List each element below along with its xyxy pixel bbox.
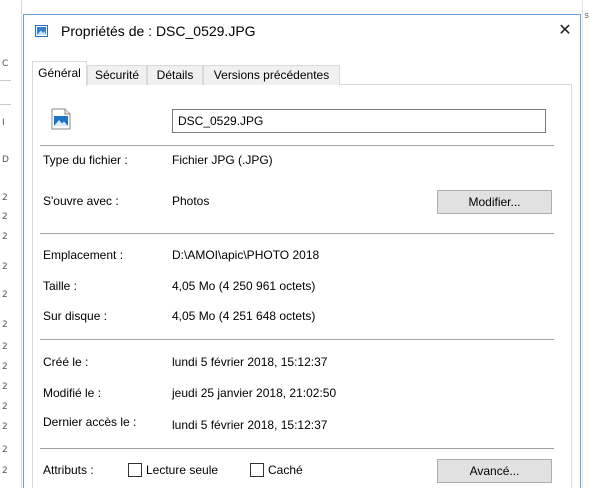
background-glyph: 2 [2,362,8,372]
background-glyph: 2 [2,262,8,272]
modified-label: Modifié le : [43,386,102,400]
jpg-file-icon [51,108,71,130]
size-on-disk-value: 4,05 Mo (4 251 648 octets) [172,309,316,323]
modified-value: jeudi 25 janvier 2018, 21:02:50 [172,386,337,400]
background-glyph: 2 [2,193,8,203]
tab-previous-versions[interactable]: Versions précédentes [203,65,340,85]
filename-input[interactable] [172,109,546,133]
advanced-button[interactable]: Avancé... [437,459,552,483]
background-glyph: 2 [2,212,8,222]
separator [40,339,554,340]
attributes-label: Attributs : [43,463,94,477]
background-glyph: I [2,118,5,128]
background-glyph: 2 [2,445,8,455]
close-button[interactable]: ✕ [550,15,580,45]
change-button[interactable]: Modifier... [437,190,552,214]
file-type-value: Fichier JPG (.JPG) [172,153,273,167]
hidden-label[interactable]: Caché [268,462,303,478]
size-label: Taille : [43,279,78,293]
background-window-left: C I D 2 2 2 2 2 2 2 2 2 2 2 2 2 [0,0,22,488]
hidden-checkbox[interactable] [250,463,264,477]
background-glyph: 2 [2,290,8,300]
accessed-value: lundi 5 février 2018, 15:12:37 [172,418,328,432]
background-glyph: 2 [2,402,8,412]
separator [40,233,554,234]
tab-security[interactable]: Sécurité [87,65,147,85]
separator [40,145,554,146]
background-glyph: 2 [2,422,8,432]
size-value: 4,05 Mo (4 250 961 octets) [172,279,316,293]
background-glyph: C [2,59,9,69]
background-divider [0,104,11,105]
opens-with-value: Photos [172,194,210,208]
size-on-disk-label: Sur disque : [43,309,108,323]
location-value: D:\AMOI\apic\PHOTO 2018 [172,248,320,262]
background-glyph: 2 [2,382,8,392]
dialog-title: Propriétés de : DSC_0529.JPG [61,23,256,39]
accessed-label: Dernier accès le : [43,415,137,429]
background-glyph: 2 [2,320,8,330]
separator [40,448,554,449]
properties-dialog: Propriétés de : DSC_0529.JPG ✕ Général S… [23,14,581,488]
location-label: Emplacement : [43,248,124,262]
tab-general[interactable]: Général [32,61,87,86]
opens-with-label: S'ouvre avec : [43,194,119,208]
background-glyph: 2 [2,466,8,476]
background-window-right: s [582,0,589,488]
background-glyph: 2 [2,232,8,242]
readonly-label[interactable]: Lecture seule [146,462,218,478]
file-type-label: Type du fichier : [43,153,128,167]
created-label: Créé le : [43,355,89,369]
created-value: lundi 5 février 2018, 15:12:37 [172,355,328,369]
background-glyph: D [2,155,9,165]
image-file-icon [35,25,48,37]
background-glyph: s [584,10,589,20]
title-bar[interactable]: Propriétés de : DSC_0529.JPG ✕ [24,15,580,47]
background-glyph: 2 [2,342,8,352]
readonly-checkbox[interactable] [128,463,142,477]
background-divider [0,80,11,81]
tab-details[interactable]: Détails [147,65,203,85]
